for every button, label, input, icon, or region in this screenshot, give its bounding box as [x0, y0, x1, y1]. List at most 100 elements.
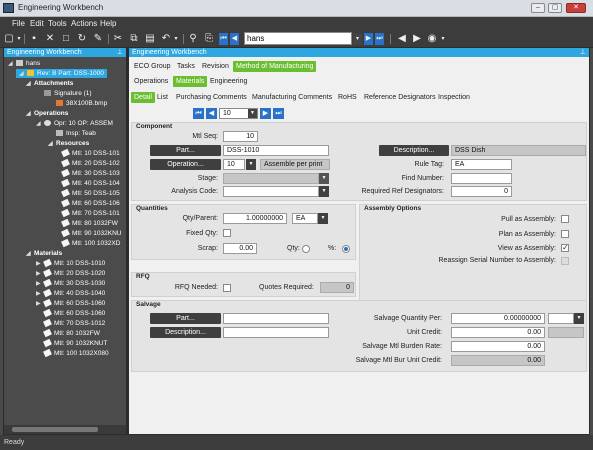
binoculars-icon[interactable]: ⚲ — [187, 33, 199, 45]
search-dropdown-icon[interactable]: ▾ — [353, 33, 362, 45]
tab-operations[interactable]: Operations — [131, 76, 171, 87]
expand-arrow-icon[interactable]: ◢ — [8, 60, 16, 69]
tree-node[interactable]: ◢ Rev: B Part: DSS-1000 — [16, 69, 107, 78]
salvage-qty-per-field[interactable]: 0.00000000 — [451, 313, 545, 324]
plan-as-assembly-checkbox[interactable] — [561, 230, 569, 238]
operation-dropdown-icon[interactable]: ▼ — [246, 159, 256, 170]
close-button[interactable]: ✕ — [566, 3, 586, 13]
save-icon[interactable]: ▪ — [28, 33, 40, 45]
salvage-part-field[interactable] — [223, 313, 329, 324]
tree-node[interactable]: ▶ Mtl: 30 DSS-1030 — [36, 278, 105, 288]
expand-arrow-icon[interactable]: ◢ — [26, 110, 34, 119]
salvage-description-button[interactable]: Description... — [150, 327, 221, 338]
fixed-qty-checkbox[interactable] — [223, 229, 231, 237]
back-icon[interactable]: ◀ — [396, 33, 408, 45]
tree-node[interactable]: ◢ hans — [8, 59, 40, 68]
tab-list[interactable]: List — [154, 92, 171, 103]
analysis-code-select[interactable] — [223, 186, 319, 197]
tree-node[interactable]: Mtl: 100 1032X080 — [36, 348, 109, 358]
cut-icon[interactable]: ✂ — [112, 33, 124, 45]
tree-node[interactable]: ▶ Mtl: 20 DSS-1020 — [36, 268, 105, 278]
undo-icon[interactable]: ↶ — [160, 33, 172, 45]
previous-icon[interactable]: ◀ — [206, 108, 217, 119]
collapsed-arrow-icon[interactable]: ◢ — [36, 120, 44, 129]
operation-field[interactable]: 10 — [223, 159, 245, 170]
tree-node[interactable]: ◢ Resources — [48, 139, 89, 148]
expand-arrow-icon[interactable]: ◢ — [48, 140, 56, 149]
last-icon[interactable]: ⏭ — [273, 108, 284, 119]
find-number-field[interactable] — [451, 173, 512, 184]
stage-select[interactable] — [223, 173, 319, 184]
tab-materials[interactable]: Materials — [173, 76, 208, 87]
tree-node[interactable]: Mtl: 80 1032FW — [36, 328, 100, 338]
minimize-button[interactable]: – — [531, 3, 545, 13]
salvage-description-field[interactable] — [223, 327, 329, 338]
refresh-icon[interactable]: ↻ — [76, 33, 88, 45]
tree-node[interactable]: Mtl: 90 1032KNUT — [36, 338, 107, 348]
tree-node[interactable]: ▶ Mtl: 40 DSS-1040 — [36, 288, 105, 298]
tab-eco-group[interactable]: ECO Group — [131, 61, 174, 72]
tree-node[interactable]: Mtl: 30 DSS-103 — [54, 168, 120, 178]
scrap-field[interactable]: 0.00 — [223, 243, 257, 254]
menu-help[interactable]: Help — [100, 19, 116, 28]
attachment-icon[interactable]: ⎘ — [203, 33, 215, 45]
expand-arrow-icon[interactable]: ◢ — [19, 70, 27, 79]
tree-node[interactable]: ◢ Attachments — [26, 79, 73, 88]
part-button[interactable]: Part... — [150, 145, 221, 156]
tools-icon[interactable]: ✎ — [92, 33, 104, 45]
salvage-uom-select[interactable] — [548, 313, 574, 324]
tree-node[interactable]: Mtl: 40 DSS-104 — [54, 178, 120, 188]
rule-tag-field[interactable]: EA — [451, 159, 512, 170]
pin-icon[interactable]: ⊥ — [580, 48, 586, 57]
first-record-icon[interactable]: ⏮ — [219, 33, 228, 45]
tree-node[interactable]: Mtl: 50 DSS-105 — [54, 188, 120, 198]
tree-node[interactable]: 38X100B.bmp — [48, 99, 107, 108]
tree-node[interactable]: ▶ Mtl: 10 DSS-1010 — [36, 258, 105, 268]
tab-method-of-manufacturing[interactable]: Method of Manufacturing — [233, 61, 317, 72]
qty-parent-field[interactable]: 1.00000000 — [223, 213, 287, 224]
tree-node[interactable]: Mtl: 60 DSS-1060 — [36, 308, 105, 318]
expand-arrow-icon[interactable]: ◢ — [26, 80, 34, 89]
tree-node[interactable]: Mtl: 100 1032XD — [54, 238, 120, 248]
new-icon[interactable]: ▢ — [3, 33, 15, 45]
menu-edit[interactable]: Edit — [30, 19, 44, 28]
pull-as-assembly-checkbox[interactable] — [561, 215, 569, 223]
first-icon[interactable]: ⏮ — [193, 108, 204, 119]
tree-node[interactable]: ◢ Operations — [26, 109, 68, 118]
description-button[interactable]: Description... — [379, 145, 449, 156]
more-dropdown-icon[interactable]: ▾ — [440, 33, 446, 45]
tree-node[interactable]: Mtl: 90 1032KNU — [54, 228, 122, 238]
clear-icon[interactable]: □ — [60, 33, 72, 45]
tab-engineering[interactable]: Engineering — [207, 76, 250, 87]
home-icon[interactable]: ◉ — [426, 33, 438, 45]
tree-node[interactable]: Mtl: 60 DSS-106 — [54, 198, 120, 208]
uom-dropdown-icon[interactable]: ▼ — [318, 213, 328, 224]
unit-credit-field[interactable]: 0.00 — [451, 327, 545, 338]
tab-manufacturing-comments[interactable]: Manufacturing Comments — [249, 92, 335, 103]
tab-rohs[interactable]: RoHS — [335, 92, 360, 103]
menu-file[interactable]: File — [12, 19, 25, 28]
tab-revision[interactable]: Revision — [199, 61, 232, 72]
rfq-needed-checkbox[interactable] — [223, 284, 231, 292]
burden-rate-field[interactable]: 0.00 — [451, 341, 545, 352]
tree-node[interactable]: Insp: Teab — [48, 129, 96, 138]
tab-inspection[interactable]: Inspection — [435, 92, 473, 103]
next-record-icon[interactable]: ▶ — [364, 33, 373, 45]
copy-icon[interactable]: ⧉ — [128, 33, 140, 45]
maximize-button[interactable]: ▢ — [548, 3, 562, 13]
part-field[interactable]: DSS-1010 — [223, 145, 329, 156]
last-record-icon[interactable]: ⏭ — [375, 33, 384, 45]
tab-reference-designators[interactable]: Reference Designators — [361, 92, 439, 103]
scrap-qty-radio[interactable] — [302, 245, 310, 253]
view-as-assembly-checkbox[interactable] — [561, 243, 569, 252]
next-icon[interactable]: ▶ — [260, 108, 271, 119]
salvage-uom-dropdown-icon[interactable]: ▼ — [574, 313, 584, 324]
scrap-percent-radio[interactable] — [342, 245, 350, 253]
search-input[interactable]: hans — [244, 32, 352, 45]
scrollbar-thumb[interactable] — [12, 427, 98, 432]
expand-arrow-icon[interactable]: ◢ — [26, 250, 34, 259]
new-dropdown-icon[interactable]: ▾ — [16, 33, 22, 45]
tree-node[interactable]: Signature (1) — [36, 89, 92, 98]
record-select[interactable]: 10 ▼ — [219, 108, 258, 119]
menu-tools[interactable]: Tools — [48, 19, 67, 28]
